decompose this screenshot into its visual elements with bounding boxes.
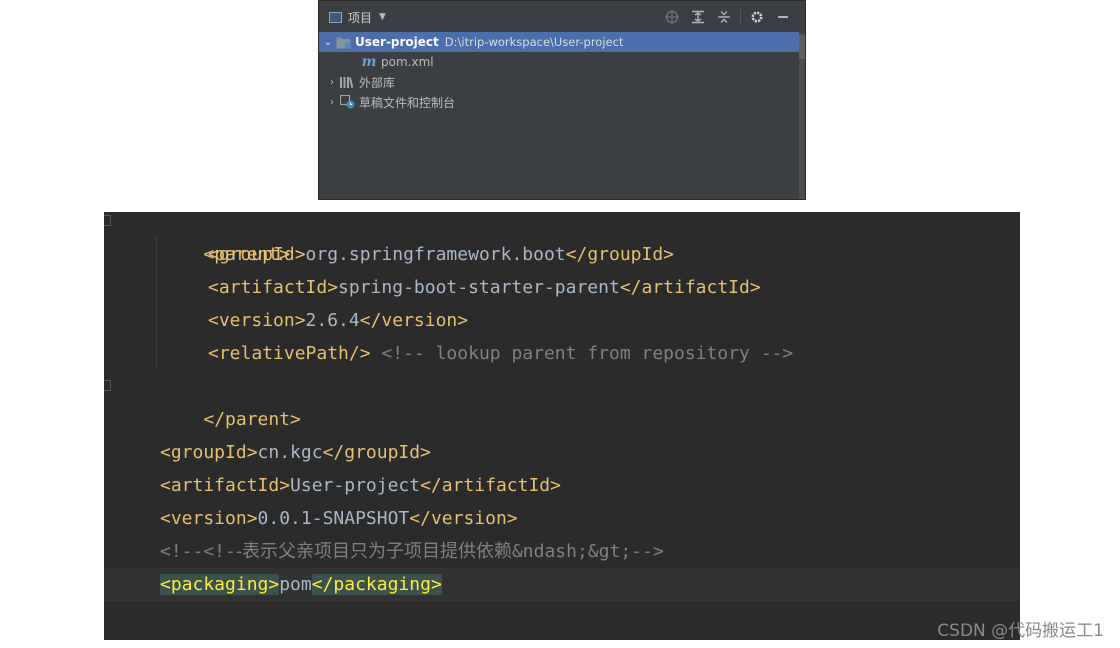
code-editor[interactable]: <parent> <groupId>org.springframework.bo… — [104, 212, 1020, 640]
minimize-icon[interactable] — [773, 7, 793, 27]
tree-item-external-libraries[interactable]: › 外部库 — [319, 72, 799, 92]
chevron-down-icon: ▼ — [379, 12, 386, 22]
xml-tag: </artifactId> — [619, 277, 761, 298]
external-libraries-label: 外部库 — [359, 75, 396, 90]
xml-tag: <version> — [208, 310, 306, 331]
locate-icon[interactable] — [662, 7, 682, 27]
project-root-name: User-project — [355, 35, 439, 49]
chevron-right-icon[interactable]: › — [325, 97, 339, 108]
code-line-4: <version>2.6.4</version> — [208, 304, 468, 337]
expand-all-icon[interactable] — [688, 7, 708, 27]
scratches-icon — [339, 95, 355, 109]
xml-comment: <!-- lookup parent from repository --> — [381, 343, 794, 364]
chevron-right-icon[interactable]: › — [325, 77, 339, 88]
xml-text: spring-boot-starter-parent — [338, 277, 620, 298]
module-folder-icon — [335, 35, 351, 49]
code-line-8: <groupId>cn.kgc</groupId> — [160, 436, 431, 469]
xml-text: 0.0.1-SNAPSHOT — [257, 508, 410, 529]
xml-tag: </artifactId> — [420, 475, 561, 496]
project-view-selector[interactable]: 项目 ▼ — [329, 1, 386, 33]
code-line-1: <parent> — [160, 212, 290, 265]
toolbar-divider — [740, 9, 741, 25]
code-line-11: <!--<!--表示父亲项目只为子项目提供依赖&ndash;&gt;--> — [160, 535, 664, 568]
xml-text: User-project — [290, 475, 421, 496]
project-tool-window: 项目 ▼ ⌄ User-project D:\itrip-workspace\U… — [318, 0, 806, 200]
project-root-path: D:\itrip-workspace\User-project — [444, 35, 624, 49]
code-line-5: <relativePath/> <!-- lookup parent from … — [208, 337, 793, 370]
tree-item-user-project[interactable]: ⌄ User-project D:\itrip-workspace\User-p… — [319, 32, 799, 52]
xml-text: cn.kgc — [257, 442, 323, 463]
xml-text: org.springframework.boot — [305, 244, 566, 265]
xml-tag: <groupId> — [208, 244, 306, 265]
pom-file-name: pom.xml — [381, 55, 434, 69]
code-line-10: <version>0.0.1-SNAPSHOT</version> — [160, 502, 518, 535]
xml-text: pom — [279, 574, 312, 595]
xml-tag: <artifactId> — [208, 277, 339, 298]
xml-comment: &ndash;&gt;--> — [511, 541, 664, 562]
project-view-label: 项目 — [348, 10, 373, 25]
xml-tag: </version> — [409, 508, 518, 529]
fold-marker[interactable] — [104, 380, 111, 391]
xml-tag: <version> — [160, 508, 258, 529]
project-view-icon — [329, 11, 342, 23]
gear-icon[interactable] — [747, 7, 767, 27]
watermark: CSDN @代码搬运工1 — [937, 621, 1104, 641]
xml-tag: </version> — [359, 310, 469, 331]
xml-tag-matched: </packaging> — [311, 574, 442, 595]
code-line-9: <artifactId>User-project</artifactId> — [160, 469, 561, 502]
fold-marker[interactable] — [104, 215, 111, 226]
tree-item-scratches[interactable]: › 草稿文件和控制台 — [319, 92, 799, 112]
xml-tag: <groupId> — [160, 442, 258, 463]
xml-tag: <artifactId> — [160, 475, 291, 496]
xml-tag: </groupId> — [565, 244, 675, 265]
code-line-6: </parent> — [160, 370, 301, 430]
scrollbar-thumb[interactable] — [799, 35, 805, 59]
xml-comment: -表示父亲项目只为子项目提供依赖 — [235, 541, 512, 562]
scratches-label: 草稿文件和控制台 — [359, 95, 456, 110]
xml-tag-matched: <packaging> — [160, 574, 280, 595]
code-line-3: <artifactId>spring-boot-starter-parent</… — [208, 271, 761, 304]
xml-text: 2.6.4 — [305, 310, 360, 331]
indent-guide — [156, 236, 157, 370]
project-tree: ⌄ User-project D:\itrip-workspace\User-p… — [319, 32, 799, 112]
xml-tag: </parent> — [203, 409, 301, 430]
project-toolbar: 项目 ▼ — [319, 1, 799, 33]
maven-file-icon: m — [361, 54, 377, 70]
collapse-all-icon[interactable] — [714, 7, 734, 27]
tree-item-pom[interactable]: m pom.xml — [319, 52, 799, 72]
library-icon — [339, 75, 355, 89]
code-line-2: <groupId>org.springframework.boot</group… — [208, 238, 674, 271]
code-line-12: <packaging>pom</packaging> — [160, 568, 442, 601]
xml-comment: <!--<!- — [160, 541, 236, 562]
xml-tag: </groupId> — [322, 442, 431, 463]
xml-tag: <relativePath/> — [208, 343, 371, 364]
chevron-down-icon[interactable]: ⌄ — [321, 37, 335, 48]
